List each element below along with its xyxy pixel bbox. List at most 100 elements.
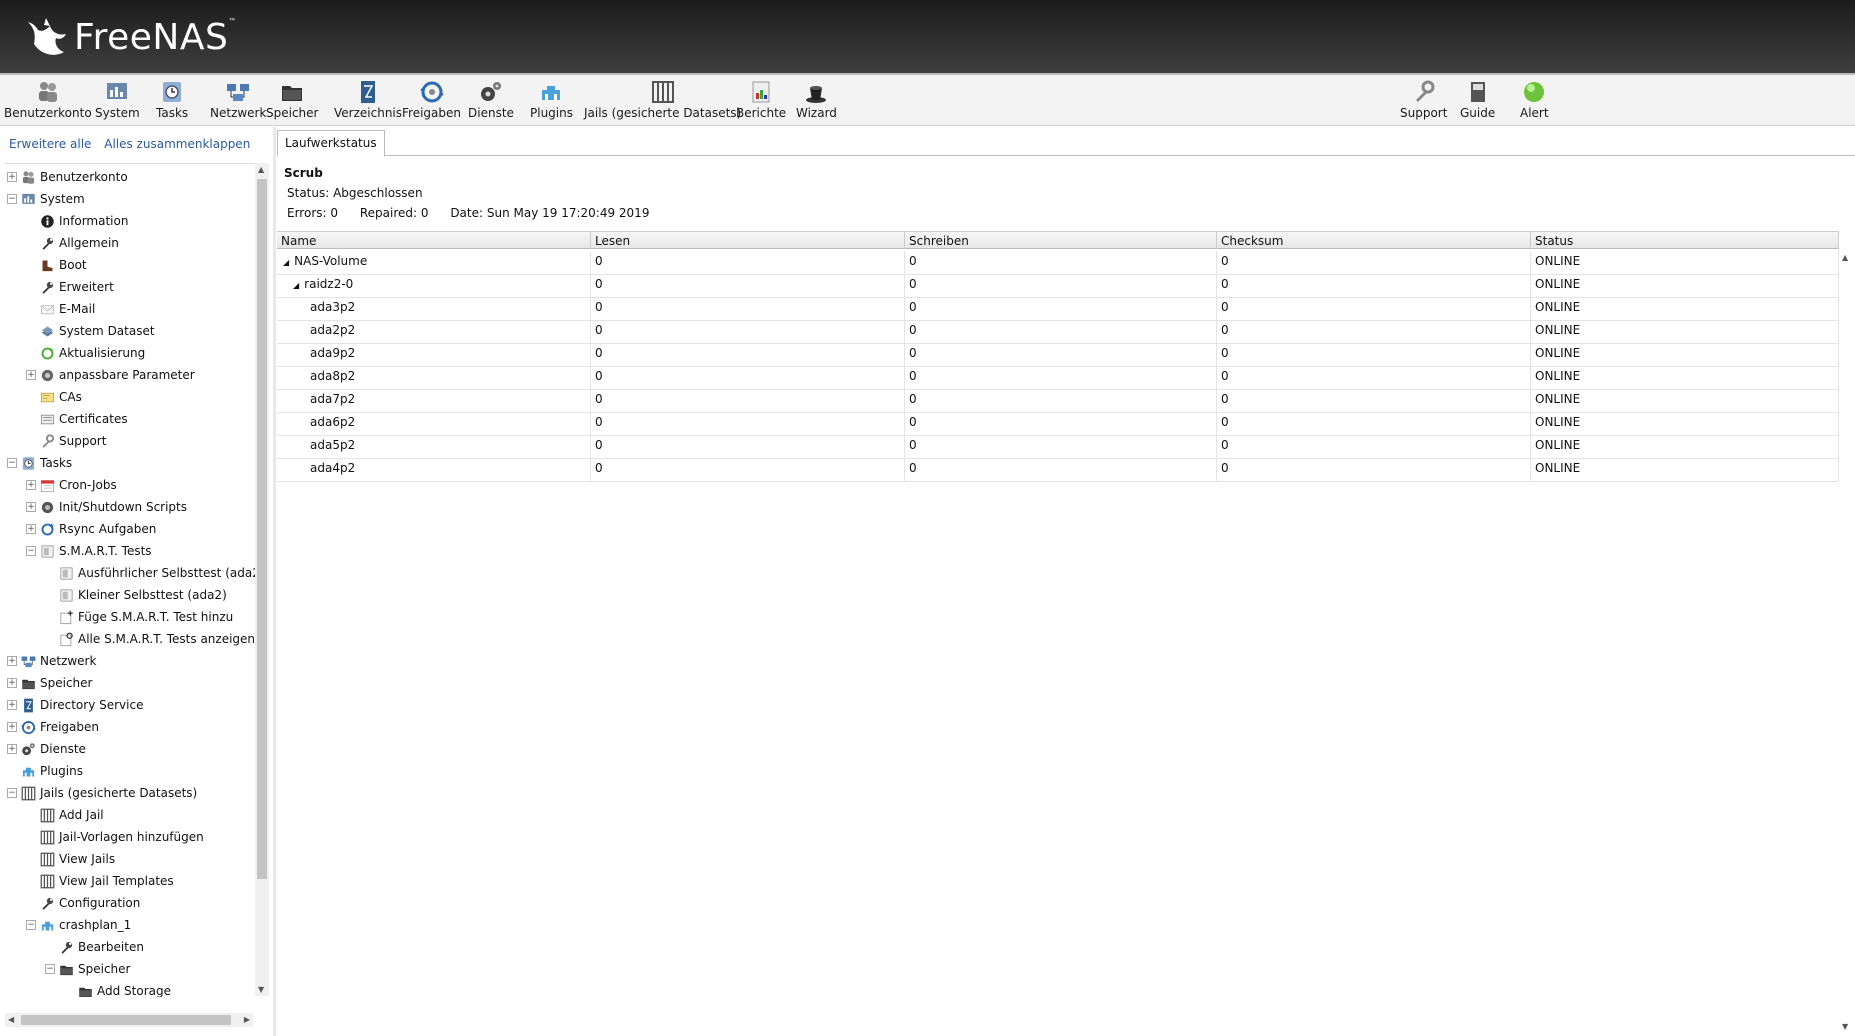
tree-item-certificates[interactable]: Certificates — [26, 409, 128, 429]
toolbar-button-tasks[interactable]: Tasks — [156, 75, 188, 125]
toolbar-button-freigaben[interactable]: Freigaben — [402, 75, 461, 125]
expand-toggle-icon[interactable]: + — [26, 370, 36, 380]
expand-toggle-icon[interactable]: + — [26, 524, 36, 534]
column-header-checksum[interactable]: Checksum — [1217, 231, 1531, 249]
tree-item-f-ge-s-m-a-r-t-test-hinzu[interactable]: Füge S.M.A.R.T. Test hinzu — [45, 607, 233, 627]
tree-item-add-storage[interactable]: Add Storage — [64, 981, 171, 997]
toolbar-button-support[interactable]: Support — [1400, 75, 1447, 125]
tree-item-allgemein[interactable]: Allgemein — [26, 233, 119, 253]
expand-toggle-icon[interactable]: + — [26, 480, 36, 490]
expand-toggle-icon[interactable]: + — [7, 678, 17, 688]
tree-item-init-shutdown-scripts[interactable]: + Init/Shutdown Scripts — [26, 497, 187, 517]
tree-expander-icon[interactable]: ◢ — [283, 258, 289, 267]
toolbar-button-verzeichnis[interactable]: Verzeichnis — [334, 75, 402, 125]
toolbar-button-jails-gesicherte-datasets[interactable]: Jails (gesicherte Datasets) — [584, 75, 741, 125]
tree-item-dienste[interactable]: + Dienste — [7, 739, 86, 759]
column-header-schreiben[interactable]: Schreiben — [905, 231, 1217, 249]
scroll-down-arrow-icon[interactable]: ▼ — [258, 985, 264, 994]
collapse-toggle-icon[interactable]: − — [7, 458, 17, 468]
collapse-all-link[interactable]: Alles zusammenklappen — [104, 137, 250, 151]
table-row[interactable]: ada3p2 0 0 0 ONLINE — [277, 297, 1839, 321]
tree-item-crashplan-1[interactable]: − crashplan_1 — [26, 915, 131, 935]
expand-all-link[interactable]: Erweitere alle — [9, 137, 91, 151]
panel-splitter[interactable] — [273, 127, 276, 1036]
tree-item-directory-service[interactable]: + Directory Service — [7, 695, 143, 715]
tree-item-speicher[interactable]: − Speicher — [45, 959, 130, 979]
tree-item-rsync-aufgaben[interactable]: + Rsync Aufgaben — [26, 519, 156, 539]
toolbar-button-guide[interactable]: Guide — [1460, 75, 1495, 125]
table-row[interactable]: ada2p2 0 0 0 ONLINE — [277, 320, 1839, 344]
toolbar-button-benutzerkonto[interactable]: Benutzerkonto — [4, 75, 92, 125]
tree-item-benutzerkonto[interactable]: + Benutzerkonto — [7, 167, 128, 187]
collapse-toggle-icon[interactable]: − — [7, 788, 17, 798]
table-row[interactable]: ada4p2 0 0 0 ONLINE — [277, 458, 1839, 482]
column-header-name[interactable]: Name — [277, 231, 591, 249]
tree-item-anpassbare-parameter[interactable]: + anpassbare Parameter — [26, 365, 195, 385]
toolbar-button-wizard[interactable]: Wizard — [796, 75, 837, 125]
tree-item-information[interactable]: Information — [26, 211, 128, 231]
tree-item-bearbeiten[interactable]: Bearbeiten — [45, 937, 144, 957]
tree-item-jail-vorlagen-hinzuf-gen[interactable]: Jail-Vorlagen hinzufügen — [26, 827, 204, 847]
tree-item-tasks[interactable]: − Tasks — [7, 453, 72, 473]
table-row[interactable]: ◢ raidz2-0 0 0 0 ONLINE — [277, 274, 1839, 298]
toolbar-button-plugins[interactable]: Plugins — [530, 75, 573, 125]
table-row[interactable]: ada9p2 0 0 0 ONLINE — [277, 343, 1839, 367]
toolbar-button-speicher[interactable]: Speicher — [266, 75, 318, 125]
expand-toggle-icon[interactable]: + — [7, 656, 17, 666]
tree-item-system-dataset[interactable]: System Dataset — [26, 321, 155, 341]
tree-item-ausf-hrlicher-selbsttest-ada2[interactable]: Ausführlicher Selbsttest (ada2 — [45, 563, 255, 583]
tree-item-configuration[interactable]: Configuration — [26, 893, 140, 913]
tree-item-view-jails[interactable]: View Jails — [26, 849, 115, 869]
tree-vertical-scroll-thumb[interactable] — [257, 179, 267, 879]
table-row[interactable]: ada8p2 0 0 0 ONLINE — [277, 366, 1839, 390]
table-row[interactable]: ada6p2 0 0 0 ONLINE — [277, 412, 1839, 436]
tree-item-e-mail[interactable]: E-Mail — [26, 299, 95, 319]
tree-item-speicher[interactable]: + Speicher — [7, 673, 92, 693]
tree-expander-icon[interactable]: ◢ — [293, 281, 299, 290]
tab-laufwerkstatus[interactable]: Laufwerkstatus — [277, 130, 385, 157]
expand-toggle-icon[interactable]: + — [7, 744, 17, 754]
grid-vertical-scrollbar[interactable]: ▲ ▼ — [1839, 231, 1853, 1031]
collapse-toggle-icon[interactable]: − — [45, 964, 55, 974]
toolbar-button-berichte[interactable]: Berichte — [736, 75, 786, 125]
tree-horizontal-scrollbar[interactable]: ◀ ▶ — [5, 1013, 253, 1027]
tree-item-view-jail-templates[interactable]: View Jail Templates — [26, 871, 174, 891]
tree-item-aktualisierung[interactable]: Aktualisierung — [26, 343, 145, 363]
tree-item-system[interactable]: − System — [7, 189, 85, 209]
tree-item-plugins[interactable]: Plugins — [7, 761, 83, 781]
tree-vertical-scrollbar[interactable]: ▲ ▼ — [255, 163, 269, 996]
tree-item-jails-gesicherte-datasets[interactable]: − Jails (gesicherte Datasets) — [7, 783, 197, 803]
grid-scroll-up-arrow-icon[interactable]: ▲ — [1842, 253, 1848, 262]
scroll-left-arrow-icon[interactable]: ◀ — [8, 1015, 14, 1024]
tree-item-cron-jobs[interactable]: + Cron-Jobs — [26, 475, 117, 495]
toolbar-button-netzwerk[interactable]: Netzwerk — [210, 75, 266, 125]
scroll-up-arrow-icon[interactable]: ▲ — [258, 165, 264, 174]
tree-item-add-jail[interactable]: Add Jail — [26, 805, 104, 825]
table-row[interactable]: ada7p2 0 0 0 ONLINE — [277, 389, 1839, 413]
tree-item-alle-s-m-a-r-t-tests-anzeigen[interactable]: Alle S.M.A.R.T. Tests anzeigen — [45, 629, 255, 649]
tree-horizontal-scroll-thumb[interactable] — [21, 1015, 231, 1025]
tree-item-boot[interactable]: Boot — [26, 255, 87, 275]
tree-item-s-m-a-r-t-tests[interactable]: − S.M.A.R.T. Tests — [26, 541, 152, 561]
grid-scroll-down-arrow-icon[interactable]: ▼ — [1842, 1022, 1848, 1031]
tree-item-kleiner-selbsttest-ada2[interactable]: Kleiner Selbsttest (ada2) — [45, 585, 227, 605]
toolbar-button-dienste[interactable]: Dienste — [468, 75, 514, 125]
tree-item-netzwerk[interactable]: + Netzwerk — [7, 651, 96, 671]
table-row[interactable]: ada5p2 0 0 0 ONLINE — [277, 435, 1839, 459]
expand-toggle-icon[interactable]: + — [7, 172, 17, 182]
collapse-toggle-icon[interactable]: − — [26, 920, 36, 930]
expand-toggle-icon[interactable]: + — [7, 700, 17, 710]
column-header-status[interactable]: Status — [1531, 231, 1839, 249]
collapse-toggle-icon[interactable]: − — [26, 546, 36, 556]
tree-item-freigaben[interactable]: + Freigaben — [7, 717, 99, 737]
toolbar-button-alert[interactable]: Alert — [1520, 75, 1549, 125]
expand-toggle-icon[interactable]: + — [26, 502, 36, 512]
scroll-right-arrow-icon[interactable]: ▶ — [244, 1015, 250, 1024]
toolbar-button-system[interactable]: System — [95, 75, 140, 125]
expand-toggle-icon[interactable]: + — [7, 722, 17, 732]
tree-item-support[interactable]: Support — [26, 431, 106, 451]
column-header-lesen[interactable]: Lesen — [591, 231, 905, 249]
collapse-toggle-icon[interactable]: − — [7, 194, 17, 204]
tree-item-cas[interactable]: CAs — [26, 387, 82, 407]
table-row[interactable]: ◢ NAS-Volume 0 0 0 ONLINE — [277, 251, 1839, 275]
